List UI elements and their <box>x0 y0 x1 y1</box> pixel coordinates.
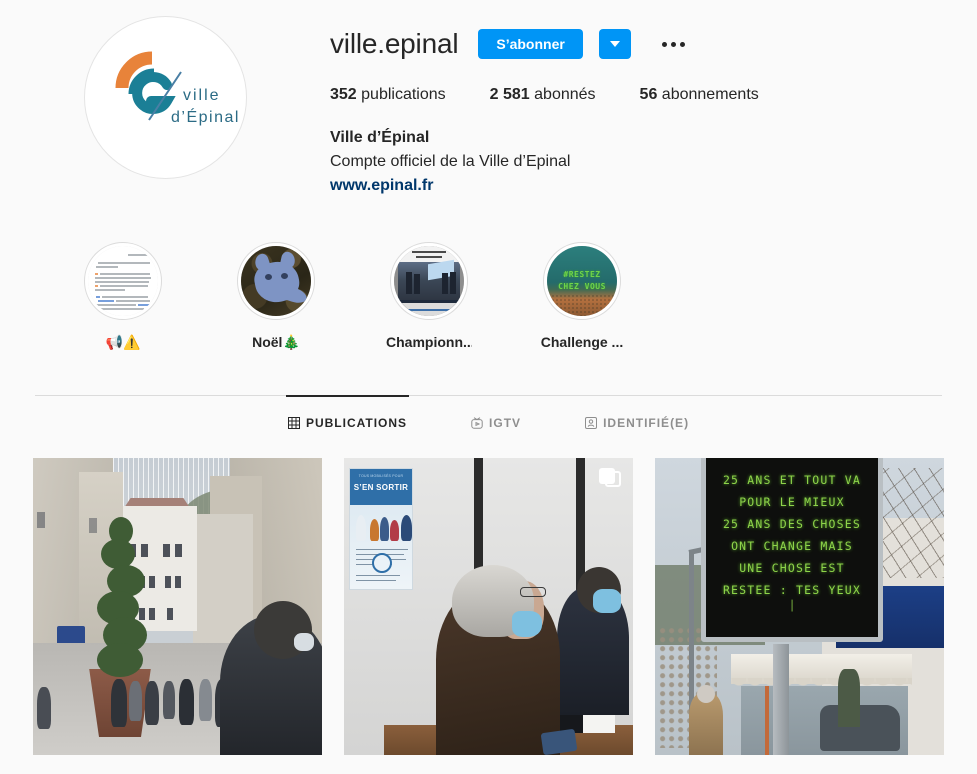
post-thumbnail-1[interactable] <box>33 458 322 755</box>
led-line-3: 25 ANS DES CHOSES <box>722 517 862 531</box>
profile-full-name: Ville d’Épinal <box>330 129 430 146</box>
led-line-2: POUR LE MIEUX <box>739 495 845 509</box>
highlight-thumbnail-championnat <box>394 246 464 316</box>
profile-stats: 352 publications 2 581 abonnés 56 abonne… <box>330 86 977 104</box>
more-options-icon <box>671 41 677 47</box>
tab-tagged[interactable]: IDENTIFIÉ(E) <box>583 396 691 449</box>
stat-following[interactable]: 56 abonnements <box>640 86 759 104</box>
stat-following-value: 56 <box>639 86 658 103</box>
avatar-image: ville d’Épinal <box>89 21 241 174</box>
profile-header: ville d’Épinal ville.epinal S’abonner 35… <box>0 0 977 198</box>
page-title: ville.epinal <box>330 28 459 59</box>
highlight-thumbnail-document <box>88 246 158 316</box>
highlight4-line1: #RESTEZ <box>563 270 601 279</box>
post-1-image <box>33 458 322 755</box>
more-options-button[interactable] <box>657 29 691 59</box>
highlight-ring <box>84 242 162 320</box>
more-options-icon <box>662 41 668 47</box>
more-options-icon <box>680 41 686 47</box>
poster-title: S’EN SORTIR <box>353 483 409 492</box>
stat-following-label: abonnements <box>661 86 759 103</box>
profile-info-column: ville.epinal S’abonner 352 publications <box>330 16 977 198</box>
multi-post-icon <box>599 468 621 490</box>
led-line-6: RESTEE : TES YEUX <box>722 583 862 597</box>
highlight-label-1: 📢⚠️ <box>105 334 141 350</box>
poster-subtitle: TOUS MOBILISÉS POUR <box>358 474 404 478</box>
led-cursor: │ <box>788 601 796 612</box>
stat-publications-value: 352 <box>330 86 357 103</box>
post-thumbnail-3[interactable]: 25 ANS ET TOUT VA POUR LE MIEUX 25 ANS D… <box>655 458 944 755</box>
highlight-label-2: Noël🎄 <box>252 334 300 350</box>
stat-publications-label: publications <box>361 86 446 103</box>
highlight-ring: #RESTEZ CHEZ VOUS <box>543 242 621 320</box>
ville-epinal-logo-icon: ville d’Épinal <box>115 51 240 126</box>
led-message-board: 25 ANS ET TOUT VA POUR LE MIEUX 25 ANS D… <box>701 458 883 642</box>
follow-dropdown-button[interactable] <box>598 29 631 59</box>
highlight-label-3: Championn... <box>386 334 472 350</box>
profile-description: Compte officiel de la Ville d’Epinal <box>330 153 571 170</box>
avatar-column: ville d’Épinal <box>0 16 330 198</box>
profile-tabs: PUBLICATIONS IGTV IDENTIFIÉ(E) <box>0 395 977 449</box>
profile-bio: Ville d’Épinal Compte officiel de la Vil… <box>330 126 977 198</box>
story-highlights: 📢⚠️ Noël🎄 Championn... #RESTEZ CHEZ VOUS… <box>0 198 977 351</box>
post-3-image: 25 ANS ET TOUT VA POUR LE MIEUX 25 ANS D… <box>655 458 944 755</box>
stat-followers[interactable]: 2 581 abonnés <box>490 86 596 104</box>
igtv-icon <box>471 416 483 429</box>
post-thumbnail-2[interactable]: TOUS MOBILISÉS POUR S’EN SORTIR <box>344 458 633 755</box>
username-row: ville.epinal S’abonner <box>330 24 977 64</box>
post-2-image: TOUS MOBILISÉS POUR S’EN SORTIR <box>344 458 633 755</box>
highlight-ring <box>390 242 468 320</box>
topiary-tree <box>95 515 149 677</box>
chevron-down-icon <box>609 41 620 47</box>
tab-igtv-label: IGTV <box>489 415 522 430</box>
highlight-label-4: Challenge ... <box>540 334 624 350</box>
svg-text:ville: ville <box>183 87 221 104</box>
highlight-item-2[interactable]: Noël🎄 <box>233 242 319 351</box>
grid-icon <box>287 416 300 429</box>
tab-tagged-label: IDENTIFIÉ(E) <box>603 415 690 430</box>
tab-igtv[interactable]: IGTV <box>469 396 523 449</box>
highlight-item-1[interactable]: 📢⚠️ <box>80 242 166 351</box>
profile-website-link[interactable]: www.epinal.fr <box>330 174 433 198</box>
sen-sortir-poster: TOUS MOBILISÉS POUR S’EN SORTIR <box>349 468 413 590</box>
highlight-thumbnail-restez-chez-vous: #RESTEZ CHEZ VOUS <box>547 246 617 316</box>
highlight-thumbnail-noel <box>241 246 311 316</box>
stat-followers-value: 2 581 <box>489 86 530 103</box>
stat-publications[interactable]: 352 publications <box>330 86 446 104</box>
highlight-item-4[interactable]: #RESTEZ CHEZ VOUS Challenge ... <box>539 242 625 351</box>
highlight-item-3[interactable]: Championn... <box>386 242 472 351</box>
led-line-4: ONT CHANGE MAIS <box>731 539 853 553</box>
svg-text:d’Épinal: d’Épinal <box>171 107 240 126</box>
posts-grid: TOUS MOBILISÉS POUR S’EN SORTIR 25 ANS E… <box>0 449 977 755</box>
stat-followers-label: abonnés <box>534 86 596 103</box>
highlight-ring <box>237 242 315 320</box>
tab-publications-label: PUBLICATIONS <box>305 415 408 430</box>
profile-avatar[interactable]: ville d’Épinal <box>83 16 247 179</box>
tagged-person-icon <box>585 416 598 429</box>
tab-publications[interactable]: PUBLICATIONS <box>285 395 410 449</box>
highlight4-line2: CHEZ VOUS <box>558 282 606 291</box>
follow-button[interactable]: S’abonner <box>478 29 583 59</box>
led-line-5: UNE CHOSE EST <box>739 561 845 575</box>
led-line-1: 25 ANS ET TOUT VA <box>722 473 862 487</box>
instagram-profile-page: ville d’Épinal ville.epinal S’abonner 35… <box>0 0 977 774</box>
